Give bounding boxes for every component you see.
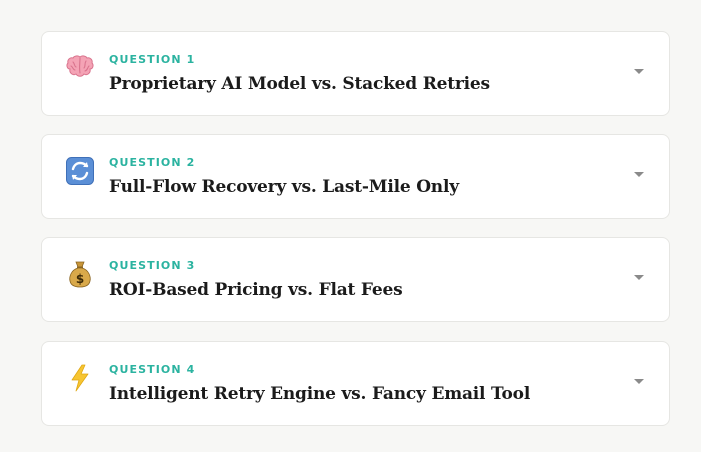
chevron-down-icon[interactable] [633, 68, 645, 76]
question-number-label: QUESTION 3 [109, 259, 196, 272]
faq-accordion-list: QUESTION 1 Proprietary AI Model vs. Stac… [0, 0, 701, 452]
faq-item[interactable]: QUESTION 1 Proprietary AI Model vs. Stac… [41, 31, 670, 116]
refresh-arrows-icon [64, 155, 96, 187]
money-bag-icon: $ [64, 258, 96, 290]
chevron-down-icon[interactable] [633, 171, 645, 179]
faq-item[interactable]: $ QUESTION 3 ROI-Based Pricing vs. Flat … [41, 237, 670, 322]
question-title: Full-Flow Recovery vs. Last-Mile Only [109, 177, 459, 197]
lightning-bolt-icon [64, 362, 96, 394]
question-title: ROI-Based Pricing vs. Flat Fees [109, 280, 403, 300]
chevron-down-icon[interactable] [633, 274, 645, 282]
question-title: Intelligent Retry Engine vs. Fancy Email… [109, 384, 531, 404]
faq-item[interactable]: QUESTION 2 Full-Flow Recovery vs. Last-M… [41, 134, 670, 219]
question-number-label: QUESTION 2 [109, 156, 196, 169]
chevron-down-icon[interactable] [633, 378, 645, 386]
question-number-label: QUESTION 4 [109, 363, 196, 376]
question-title: Proprietary AI Model vs. Stacked Retries [109, 74, 490, 94]
question-number-label: QUESTION 1 [109, 53, 196, 66]
svg-text:$: $ [76, 272, 84, 286]
faq-item[interactable]: QUESTION 4 Intelligent Retry Engine vs. … [41, 341, 670, 426]
brain-icon [64, 52, 96, 84]
